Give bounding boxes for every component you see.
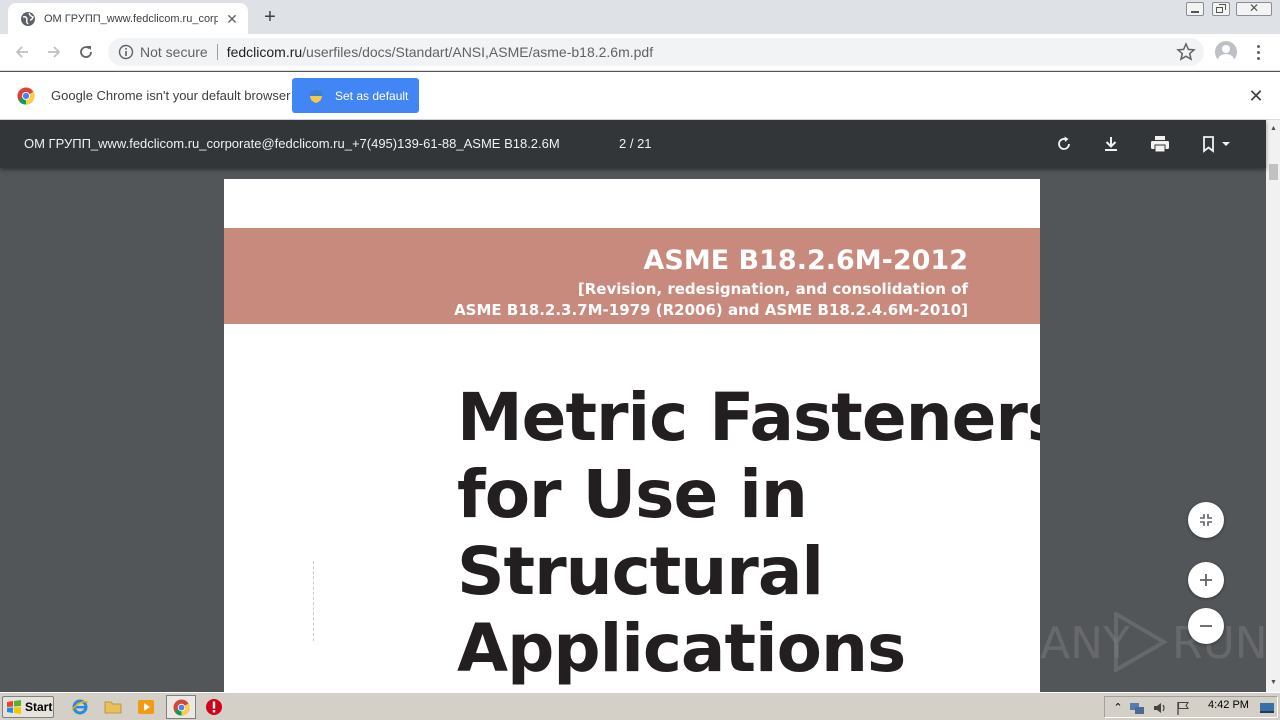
title-line: Metric Fasteners bbox=[457, 379, 1040, 456]
forward-arrow-icon bbox=[48, 46, 61, 58]
volume-icon[interactable] bbox=[1152, 700, 1168, 716]
revision-line-1: [Revision, redesignation, and consolidat… bbox=[577, 280, 968, 298]
rotate-button[interactable] bbox=[1052, 132, 1076, 156]
info-icon[interactable] bbox=[118, 44, 134, 60]
play-logo-icon bbox=[1114, 612, 1168, 672]
profile-avatar[interactable] bbox=[1215, 41, 1237, 63]
tab-close-icon[interactable]: ✕ bbox=[224, 11, 240, 27]
show-desktop-icon[interactable] bbox=[1259, 700, 1275, 716]
reload-button[interactable] bbox=[74, 40, 98, 64]
default-browser-infobar: Google Chrome isn't your default browser… bbox=[0, 72, 1280, 120]
download-button[interactable] bbox=[1099, 132, 1123, 156]
minus-icon bbox=[1200, 625, 1212, 627]
system-tray: ⌃ bbox=[1104, 696, 1278, 718]
print-icon bbox=[1151, 136, 1169, 153]
back-button[interactable] bbox=[10, 40, 34, 64]
url-host[interactable]: fedclicom.ru bbox=[227, 44, 302, 60]
window-close-button[interactable]: ✕ bbox=[1235, 0, 1273, 18]
vertical-scrollbar[interactable]: ▲ ▼ bbox=[1266, 120, 1280, 692]
infobar-message: Google Chrome isn't your default browser bbox=[51, 88, 291, 103]
restore-button[interactable] bbox=[1209, 0, 1233, 18]
rotate-icon bbox=[1058, 136, 1070, 150]
scroll-down-arrow-icon[interactable]: ▼ bbox=[1269, 678, 1278, 687]
scroll-up-arrow-icon[interactable]: ▲ bbox=[1269, 124, 1278, 133]
page-indicator[interactable]: 2 / 21 bbox=[619, 136, 652, 151]
chrome-icon bbox=[173, 699, 190, 716]
standard-number: ASME B18.2.6M-2012 bbox=[643, 245, 968, 276]
ie-taskbar-icon[interactable] bbox=[70, 697, 90, 717]
back-arrow-icon bbox=[15, 46, 28, 58]
security-label[interactable]: Not secure bbox=[140, 44, 208, 60]
folder-icon bbox=[104, 701, 122, 714]
windows-taskbar: Start ⌃ 4:42 PM bbox=[0, 692, 1280, 720]
fit-to-page-button[interactable] bbox=[1188, 502, 1224, 538]
stop-taskbar-icon[interactable] bbox=[204, 697, 224, 717]
red-stop-icon bbox=[206, 699, 222, 715]
windows-flag-icon bbox=[7, 700, 21, 714]
new-tab-button[interactable]: + bbox=[258, 6, 282, 28]
tab-title: ОМ ГРУПП_www.fedclicom.ru_corporate@fedc… bbox=[44, 12, 218, 25]
bookmark-menu-button[interactable] bbox=[1198, 132, 1234, 156]
infobar-close-icon[interactable]: ✕ bbox=[1247, 87, 1265, 105]
tab-strip: ОМ ГРУПП_www.fedclicom.ru_corporate@fedc… bbox=[0, 0, 1280, 34]
document-title: Metric Fasteners for Use in Structural A… bbox=[457, 379, 1040, 687]
title-line: Applications bbox=[457, 610, 906, 687]
zoom-in-button[interactable] bbox=[1188, 562, 1224, 598]
page-artifact-line bbox=[313, 561, 315, 641]
uac-shield-icon bbox=[310, 88, 322, 103]
explorer-taskbar-icon[interactable] bbox=[103, 697, 123, 717]
taskbar-clock[interactable]: 4:42 PM bbox=[1208, 699, 1249, 711]
chrome-logo-icon bbox=[17, 87, 35, 105]
action-center-flag-icon[interactable] bbox=[1175, 700, 1191, 716]
minimize-button[interactable] bbox=[1183, 0, 1207, 18]
browser-toolbar: Not secure fedclicom.ru /userfiles/docs/… bbox=[0, 34, 1280, 71]
scrollbar-thumb[interactable] bbox=[1269, 164, 1278, 180]
bookmark-star-icon[interactable] bbox=[1176, 42, 1196, 62]
title-line: for Use in bbox=[457, 456, 808, 533]
globe-icon bbox=[21, 11, 35, 26]
set-as-default-button[interactable]: Set as default bbox=[292, 78, 419, 113]
forward-button[interactable] bbox=[42, 40, 66, 64]
network-icon[interactable] bbox=[1129, 700, 1145, 716]
bookmark-icon bbox=[1203, 136, 1230, 153]
chrome-menu-icon[interactable] bbox=[1250, 42, 1266, 62]
tray-expand-icon[interactable]: ⌃ bbox=[1110, 700, 1126, 716]
reload-icon bbox=[80, 46, 92, 58]
browser-tab[interactable]: ОМ ГРУПП_www.fedclicom.ru_corporate@fedc… bbox=[8, 3, 248, 34]
pdf-toolbar: ОМ ГРУПП_www.fedclicom.ru_corporate@fedc… bbox=[0, 120, 1266, 168]
start-label: Start bbox=[25, 700, 53, 714]
internet-explorer-icon bbox=[71, 699, 89, 715]
download-icon bbox=[1105, 137, 1117, 151]
media-player-icon bbox=[138, 700, 154, 714]
plus-icon bbox=[1200, 574, 1212, 586]
set-as-default-label: Set as default bbox=[335, 88, 409, 103]
media-player-taskbar-icon[interactable] bbox=[136, 697, 156, 717]
title-line: Structural bbox=[457, 533, 824, 610]
url-path[interactable]: /userfiles/docs/Standart/ANSI,ASME/asme-… bbox=[302, 44, 653, 60]
fit-page-icon bbox=[1200, 514, 1212, 526]
chrome-taskbar-button[interactable] bbox=[166, 695, 196, 719]
pdf-page: ASME B18.2.6M-2012 [Revision, redesignat… bbox=[224, 179, 1040, 692]
start-button[interactable]: Start bbox=[2, 696, 54, 718]
address-bar[interactable]: Not secure fedclicom.ru /userfiles/docs/… bbox=[108, 38, 1204, 66]
print-button[interactable] bbox=[1148, 132, 1172, 156]
standard-header-band: ASME B18.2.6M-2012 [Revision, redesignat… bbox=[224, 228, 1040, 324]
revision-note: [Revision, redesignation, and consolidat… bbox=[454, 279, 968, 321]
revision-line-2: ASME B18.2.3.7M-1979 (R2006) and ASME B1… bbox=[454, 301, 968, 319]
address-divider bbox=[216, 44, 218, 60]
zoom-out-button[interactable] bbox=[1188, 608, 1224, 644]
pdf-document-title: ОМ ГРУПП_www.fedclicom.ru_corporate@fedc… bbox=[24, 136, 560, 151]
